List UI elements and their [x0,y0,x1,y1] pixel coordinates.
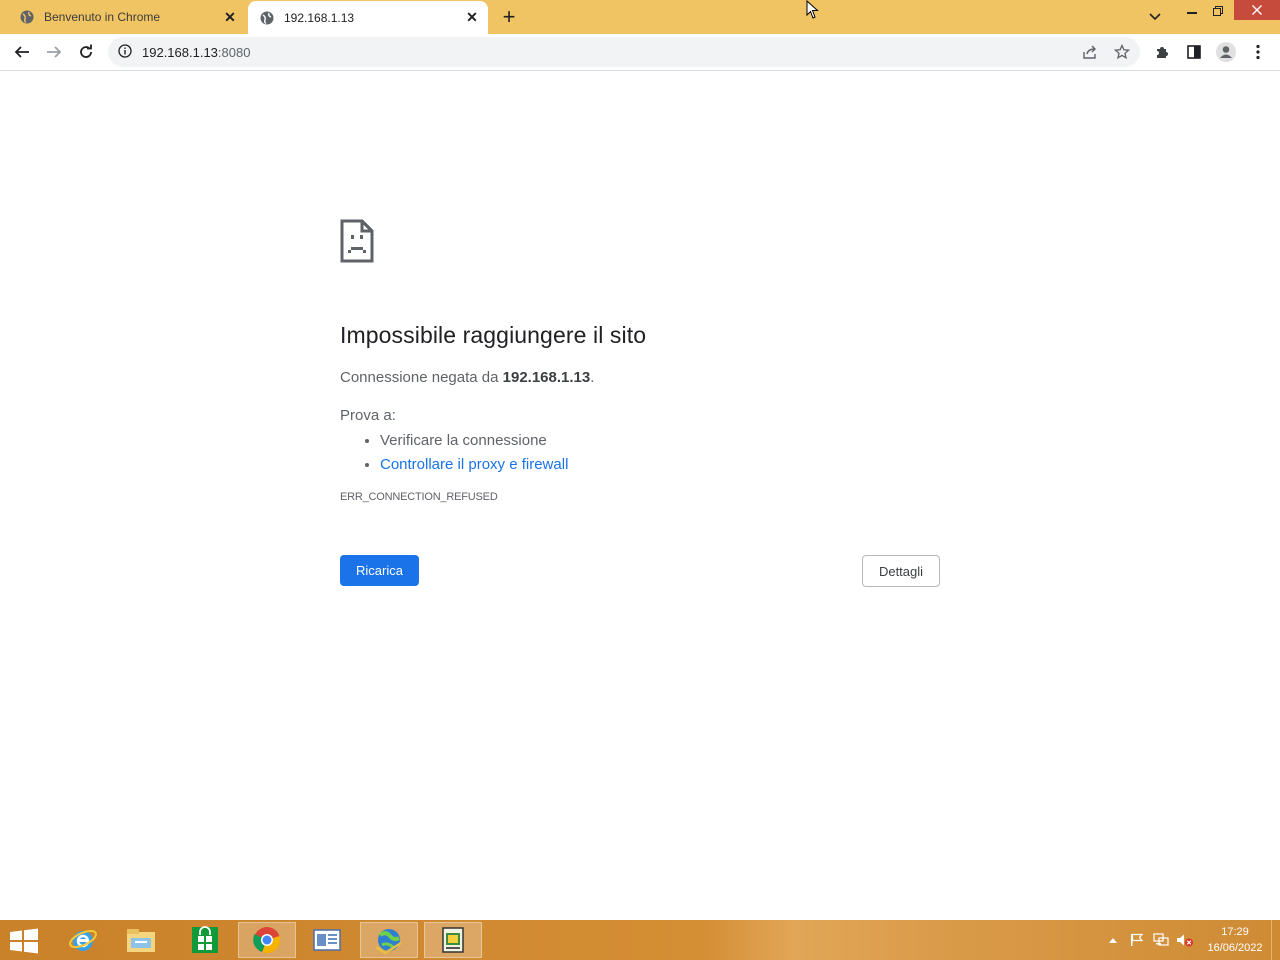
browser-toolbar: 192.168.1.13:8080 [0,34,1280,71]
suggestion-check-connection: Verificare la connessione [380,429,940,453]
volume-muted-icon[interactable] [1175,930,1195,950]
network-globe-icon[interactable] [360,922,418,958]
show-hidden-icons-caret-icon[interactable] [1103,930,1123,950]
clock-time: 17:29 [1221,926,1249,938]
menu-kebab-icon[interactable] [1244,38,1272,66]
file-explorer-icon[interactable] [112,922,170,958]
forward-arrow-icon [47,46,62,58]
globe-icon [20,10,34,24]
page-title: Impossibile raggiungere il sito [340,322,647,348]
extensions-puzzle-icon[interactable] [1148,38,1176,66]
error-page: Impossibile raggiungere il sito Connessi… [340,219,940,587]
system-tray: 17:29 16/06/2022 [1103,920,1280,960]
back-arrow-icon [14,46,29,58]
clock-date: 16/06/2022 [1207,942,1263,954]
share-icon[interactable] [1076,38,1104,66]
reload-button[interactable] [72,38,100,66]
store-icon[interactable] [176,922,234,958]
error-description: Connessione negata da 192.168.1.13. [340,367,940,389]
show-desktop-button[interactable] [1271,920,1280,960]
notepad-icon[interactable] [424,922,482,958]
taskbar-clock[interactable]: 17:29 16/06/2022 [1199,924,1271,956]
chrome-icon[interactable] [238,922,296,958]
restore-button[interactable] [1203,0,1233,22]
window-close-button[interactable] [1234,0,1280,20]
suggestion-check-proxy: Controllare il proxy e firewall [380,453,940,477]
try-label: Prova a: [340,407,396,424]
error-host: 192.168.1.13 [502,369,591,386]
network-icon[interactable] [1151,930,1171,950]
reload-page-button[interactable]: Ricarica [340,555,419,586]
windows-taskbar: 17:29 16/06/2022 [0,920,1280,960]
tab-title: Benvenuto in Chrome [44,10,161,24]
info-icon[interactable] [118,44,134,60]
reload-icon [80,44,92,58]
back-button[interactable] [8,38,36,66]
globe-icon [260,11,274,25]
url-port: :8080 [217,44,251,60]
tab-title: 192.168.1.13 [284,10,355,25]
close-icon[interactable]: ✕ [222,9,238,25]
side-panel-icon[interactable] [1180,38,1208,66]
tab-search-chevron-icon[interactable] [1144,6,1166,28]
reader-icon[interactable] [298,922,356,958]
bookmark-star-icon[interactable] [1108,38,1136,66]
tab-current[interactable]: 192.168.1.13 ✕ [248,1,488,34]
forward-button[interactable] [40,38,68,66]
sad-page-icon [340,219,374,263]
profile-avatar-icon[interactable] [1212,38,1240,66]
address-bar[interactable]: 192.168.1.13:8080 [108,37,1140,67]
internet-explorer-icon[interactable] [54,922,112,958]
tab-welcome[interactable]: Benvenuto in Chrome ✕ [0,0,246,34]
action-center-flag-icon[interactable] [1127,930,1147,950]
new-tab-button[interactable]: + [498,6,520,28]
suggestions-list: Verificare la connessione Controllare il… [340,429,940,477]
error-code: ERR_CONNECTION_REFUSED [340,491,498,503]
url-host: 192.168.1.13 [142,44,218,60]
tab-strip: Benvenuto in Chrome ✕ 192.168.1.13 ✕ + [0,0,1280,34]
details-button[interactable]: Dettagli [862,555,940,587]
error-description-suffix: . [590,369,595,386]
close-icon[interactable]: ✕ [464,9,480,26]
proxy-firewall-link[interactable]: Controllare il proxy e firewall [380,456,568,473]
error-description-prefix: Connessione negata da [340,369,503,386]
windows-start-icon[interactable] [8,928,40,954]
mouse-cursor-icon [806,0,819,19]
